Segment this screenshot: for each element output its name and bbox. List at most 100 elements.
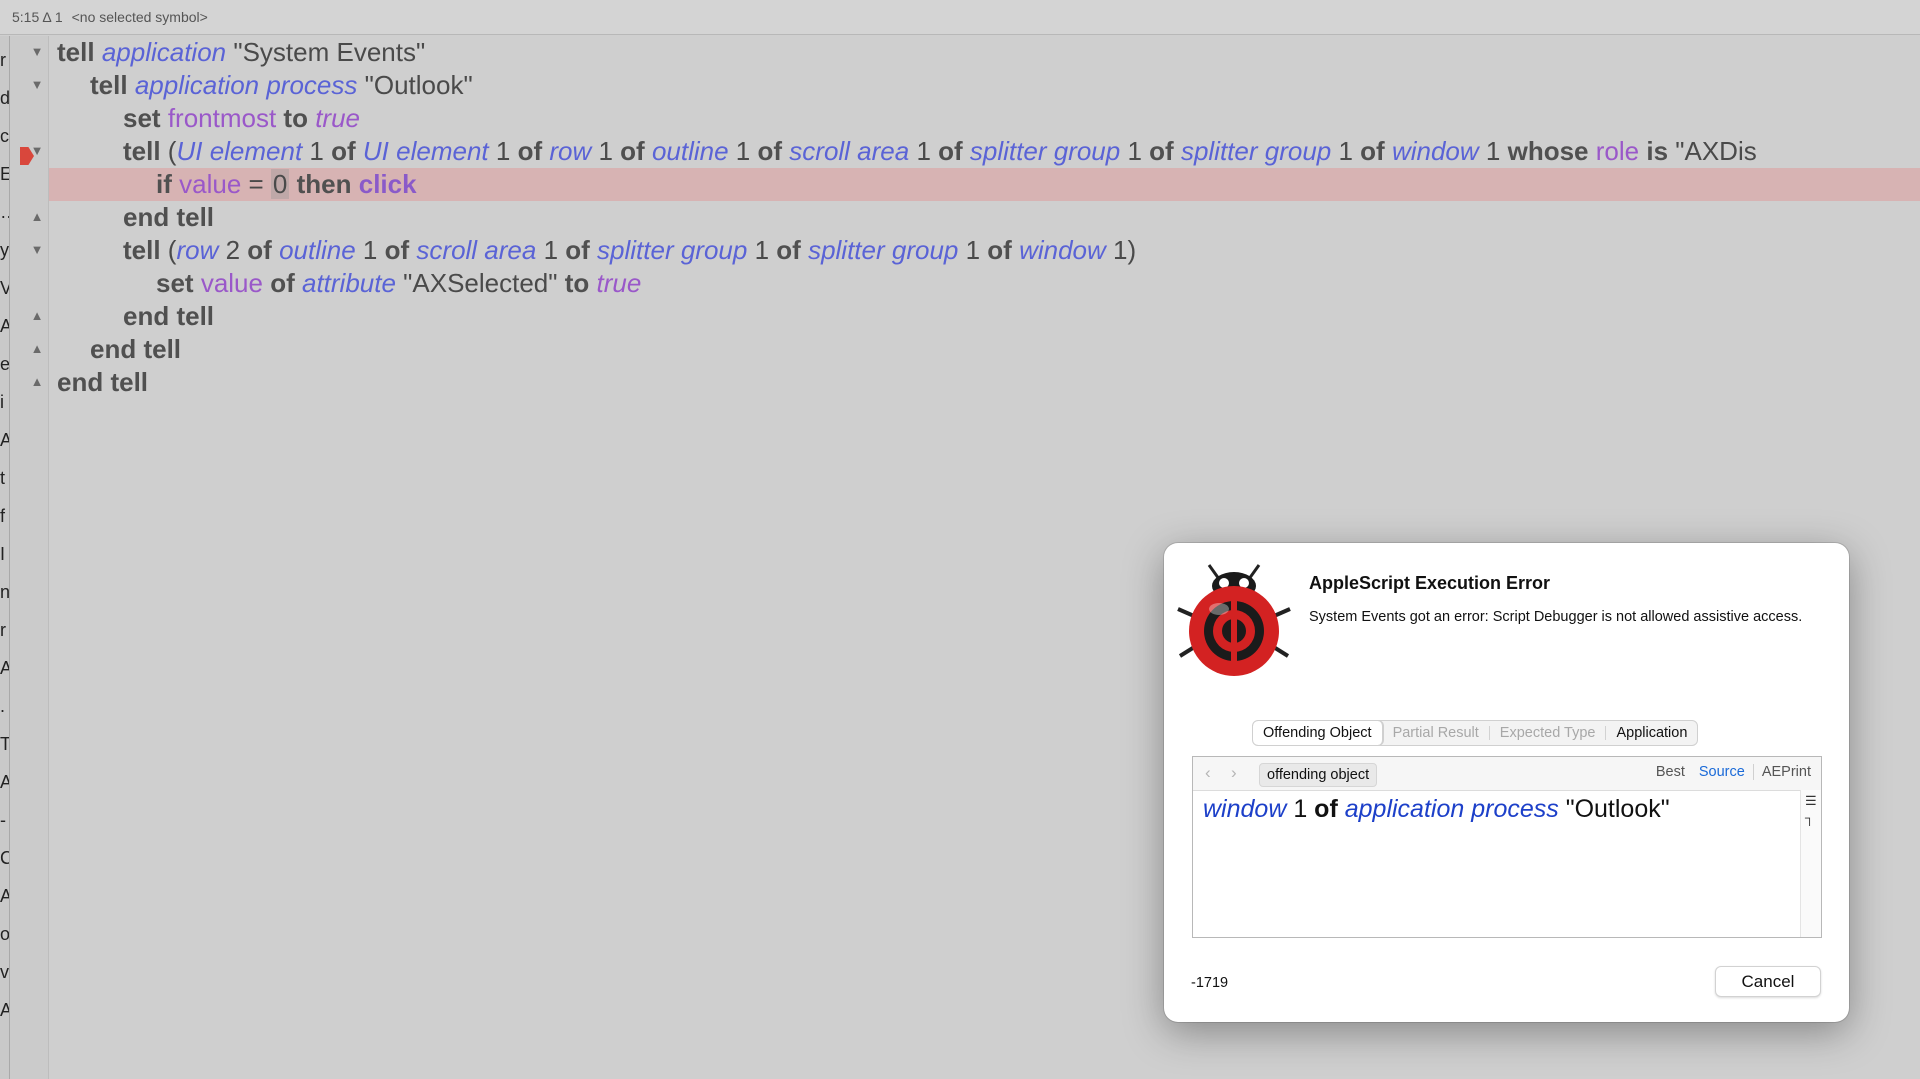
code-token: set [123, 103, 161, 133]
code-line[interactable]: end tell [49, 201, 1920, 234]
code-line[interactable]: tell application "System Events" [49, 36, 1920, 69]
code-line[interactable]: end tell [49, 300, 1920, 333]
sliver-text: A [0, 658, 9, 679]
code-token: to [283, 103, 308, 133]
code-token: whose [1507, 136, 1589, 166]
code-token: 1 [728, 136, 758, 166]
code-token: of [776, 235, 801, 265]
code-token: row [549, 136, 592, 166]
fold-collapse-icon[interactable]: ▼ [28, 44, 46, 59]
code-token: UI element [362, 136, 489, 166]
tab-application[interactable]: Application [1606, 721, 1697, 745]
code-token: then [296, 169, 352, 199]
code-token: tell [123, 235, 161, 265]
fold-expand-icon[interactable]: ▲ [28, 308, 46, 323]
code-token: "AXDis [1668, 136, 1757, 166]
sliver-text: f [0, 506, 6, 526]
tab-expected-type: Expected Type [1499, 725, 1596, 741]
sliver-text: y [0, 240, 9, 260]
code-token: tell [123, 136, 161, 166]
code-line[interactable]: set frontmost to true [49, 102, 1920, 135]
fold-expand-icon[interactable]: ▲ [28, 209, 46, 224]
sliver-text: A [0, 316, 9, 337]
error-detail-tabs: Offending Object Partial Result Expected T… [1252, 720, 1699, 746]
sliver-text: r [0, 50, 6, 70]
code-token: window [1391, 136, 1479, 166]
code-line[interactable]: tell application process "Outlook" [49, 69, 1920, 102]
view-best[interactable]: Best [1656, 764, 1685, 780]
code-token: 1 [1478, 136, 1508, 166]
detail-panel: ‹ › offending object Best Source AEPrint w… [1192, 756, 1822, 938]
source-token: 1 [1286, 795, 1315, 823]
detail-scrollbar[interactable]: ☰ ┐ [1800, 790, 1821, 937]
fold-expand-icon[interactable]: ▲ [28, 374, 46, 389]
symbol-selector[interactable]: <no selected symbol> [72, 9, 208, 25]
sliver-text: d [0, 88, 9, 109]
code-token: 2 [218, 235, 248, 265]
code-line[interactable]: set value of attribute "AXSelected" to t… [49, 267, 1920, 300]
forward-icon[interactable]: › [1231, 763, 1237, 783]
error-message: System Events got an error: Script Debug… [1309, 609, 1803, 625]
code-token: of [247, 235, 272, 265]
code-token: is [1646, 136, 1669, 166]
code-token: ( [160, 136, 177, 166]
sliver-text: I [0, 544, 6, 564]
code-line[interactable]: tell (UI element 1 of UI element 1 of ro… [49, 135, 1920, 168]
code-token: true [315, 103, 361, 133]
view-source[interactable]: Source [1699, 764, 1745, 780]
tab-offending-object[interactable]: Offending Object [1253, 721, 1383, 745]
back-icon[interactable]: ‹ [1205, 763, 1211, 783]
code-token: of [1360, 136, 1385, 166]
code-token: end tell [57, 367, 149, 397]
code-token: = [241, 169, 271, 199]
offending-object-source[interactable]: window 1 of application process "Outlook… [1203, 795, 1670, 824]
corner-icon[interactable]: ┐ [1805, 810, 1814, 825]
code-line[interactable]: end tell [49, 333, 1920, 366]
fold-collapse-icon[interactable]: ▼ [28, 242, 46, 257]
sliver-text: A [0, 1000, 9, 1021]
code-token: 1 [536, 235, 566, 265]
sliver-text: v [0, 962, 9, 982]
script-debugger-ladybug-icon [1177, 564, 1291, 676]
dialog-title: AppleScript Execution Error [1309, 573, 1551, 593]
code-line[interactable]: tell (row 2 of outline 1 of scroll area … [49, 234, 1920, 267]
sliver-text: A [0, 772, 9, 793]
code-token: 1) [1105, 235, 1137, 265]
code-token: 1 [1331, 136, 1361, 166]
fold-collapse-icon[interactable]: ▼ [28, 77, 46, 92]
editor-gutter: ▼ ▼ ▼ ▲ ▼ ▲ ▲ ▲ [10, 36, 49, 1079]
code-token: of [938, 136, 963, 166]
list-icon[interactable]: ☰ [1805, 793, 1817, 809]
object-selector[interactable]: offending object [1259, 763, 1378, 787]
cancel-button[interactable]: Cancel [1715, 966, 1821, 997]
code-line-error[interactable]: if value = 0 then click [49, 168, 1920, 201]
code-token: outline [651, 136, 729, 166]
sliver-text: A [0, 430, 9, 451]
code-token: tell [57, 37, 95, 67]
code-token: of [270, 268, 295, 298]
code-token: role [1595, 136, 1640, 166]
sliver-text: C [0, 848, 9, 869]
code-token: ( [160, 235, 177, 265]
code-line[interactable]: end tell [49, 366, 1920, 399]
code-token: "System Events" [233, 37, 426, 67]
fold-expand-icon[interactable]: ▲ [28, 341, 46, 356]
code-token: 1 [488, 136, 518, 166]
source-token [1338, 795, 1345, 823]
code-token: value [179, 169, 242, 199]
view-separator [1752, 764, 1754, 780]
sliver-text: - [0, 810, 6, 830]
error-code: -1719 [1191, 975, 1229, 991]
view-aeprint[interactable]: AEPrint [1762, 764, 1811, 780]
fold-collapse-icon[interactable]: ▼ [28, 143, 46, 158]
code-token: 1 [958, 235, 988, 265]
